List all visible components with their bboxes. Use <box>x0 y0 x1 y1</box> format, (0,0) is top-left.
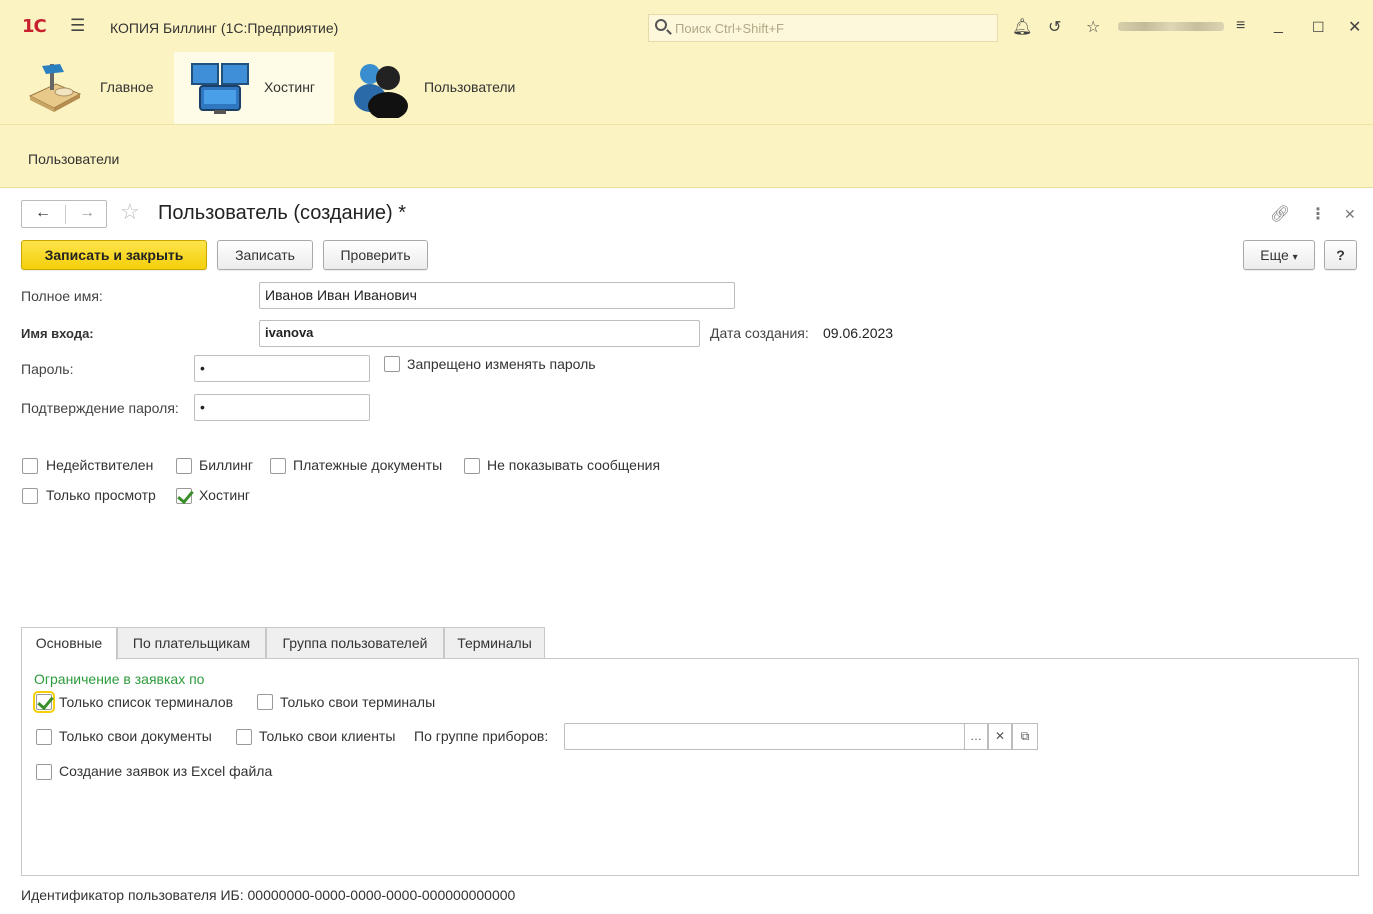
restriction-group-title: Ограничение в заявках по <box>34 671 205 687</box>
more-button-label: Еще <box>1260 247 1289 263</box>
open-icon[interactable]: ⧉ <box>1012 723 1038 750</box>
nav-buttons: ← → <box>21 200 107 228</box>
section-label: Пользователи <box>424 79 516 95</box>
create-from-excel-label: Создание заявок из Excel файла <box>59 763 273 779</box>
select-ellipsis-button[interactable]: … <box>964 723 988 750</box>
full-name-field[interactable]: Иванов Иван Иванович <box>259 282 735 309</box>
window-title: КОПИЯ Биллинг (1С:Предприятие) <box>110 20 339 36</box>
close-form-icon[interactable]: ✕ <box>1344 206 1356 223</box>
maximize-icon[interactable]: ☐ <box>1312 19 1325 36</box>
section-main[interactable]: Главное <box>14 52 170 124</box>
settings-menu-icon[interactable]: ≡ <box>1236 17 1245 35</box>
flag-view-only-label: Только просмотр <box>46 487 156 503</box>
flag-hosting-checkbox[interactable] <box>176 488 192 504</box>
help-button[interactable]: ? <box>1324 240 1357 270</box>
chevron-down-icon: ▾ <box>1292 252 1298 263</box>
sections-bar: Главное Хостинг Пользователи <box>0 52 1373 124</box>
monitors-icon <box>191 63 249 114</box>
check-button[interactable]: Проверить <box>323 240 428 270</box>
flag-billing-checkbox[interactable] <box>176 458 192 474</box>
back-arrow-icon[interactable]: ← <box>22 204 64 224</box>
section-label: Хостинг <box>264 79 316 95</box>
form-title: Пользователь (создание) * <box>158 202 406 224</box>
section-label: Главное <box>100 79 154 95</box>
flag-invalid-label: Недействителен <box>46 457 154 473</box>
password-label: Пароль: <box>21 361 74 377</box>
more-button[interactable]: Еще ▾ <box>1243 240 1315 270</box>
app-logo-icon: 1С <box>22 16 47 37</box>
only-own-clients-checkbox[interactable] <box>236 729 252 745</box>
flag-payment-docs-label: Платежные документы <box>293 457 443 473</box>
navigation-panel: Пользователи <box>0 124 1373 188</box>
favorite-star-icon[interactable]: ☆ <box>120 199 140 225</box>
only-terminal-list-label: Только список терминалов <box>59 694 234 710</box>
more-actions-icon[interactable]: ⋮ <box>1310 204 1326 224</box>
only-own-terminals-label: Только свои терминалы <box>280 694 436 710</box>
full-name-label: Полное имя: <box>21 288 103 304</box>
flag-hide-messages-checkbox[interactable] <box>464 458 480 474</box>
only-own-terminals-checkbox[interactable] <box>257 694 273 710</box>
desk-icon <box>28 64 82 112</box>
password-field[interactable]: • <box>194 355 370 382</box>
minimize-icon[interactable]: _ <box>1274 17 1283 35</box>
only-own-documents-label: Только свои документы <box>59 728 212 744</box>
section-users[interactable]: Пользователи <box>336 52 536 124</box>
flag-hosting-label: Хостинг <box>199 487 251 503</box>
link-icon[interactable]: 🔗︎ <box>1270 204 1290 224</box>
flag-hide-messages-label: Не показывать сообщения <box>487 457 661 473</box>
users-icon <box>354 64 408 118</box>
flag-payment-docs-checkbox[interactable] <box>270 458 286 474</box>
tab-user-group[interactable]: Группа пользователей <box>266 627 444 659</box>
search-placeholder: Поиск Ctrl+Shift+F <box>675 21 784 36</box>
confirm-password-field[interactable]: • <box>194 394 370 421</box>
tab-main[interactable]: Основные <box>21 627 117 660</box>
forbid-password-change-label: Запрещено изменять пароль <box>407 356 596 372</box>
only-own-documents-checkbox[interactable] <box>36 729 52 745</box>
favorites-star-icon[interactable]: ☆ <box>1086 17 1100 37</box>
clear-icon[interactable]: ✕ <box>988 723 1012 750</box>
panel-link-users[interactable]: Пользователи <box>28 151 119 167</box>
tab-by-payers[interactable]: По плательщикам <box>117 627 266 659</box>
device-group-label: По группе приборов: <box>414 728 549 744</box>
forbid-password-change-checkbox[interactable] <box>384 356 400 372</box>
created-date-value: 09.06.2023 <box>823 325 894 341</box>
flag-invalid-checkbox[interactable] <box>22 458 38 474</box>
created-date-label: Дата создания: <box>710 325 809 341</box>
flag-billing-label: Биллинг <box>199 457 254 473</box>
device-group-field[interactable] <box>564 723 965 750</box>
user-name-blurred[interactable] <box>1118 22 1224 31</box>
main-menu-icon[interactable]: ☰ <box>70 16 85 36</box>
only-terminal-list-checkbox[interactable] <box>33 691 55 713</box>
ib-user-id: Идентификатор пользователя ИБ: 00000000-… <box>21 887 516 903</box>
save-button[interactable]: Записать <box>217 240 313 270</box>
login-label: Имя входа: <box>21 326 94 341</box>
only-own-clients-label: Только свои клиенты <box>259 728 396 744</box>
tab-terminals[interactable]: Терминалы <box>444 627 545 659</box>
section-hosting[interactable]: Хостинг <box>174 52 334 124</box>
save-and-close-button[interactable]: Записать и закрыть <box>21 240 207 270</box>
search-icon <box>655 19 667 31</box>
search-input[interactable]: Поиск Ctrl+Shift+F <box>648 14 998 42</box>
login-field[interactable]: ivanova <box>259 320 700 347</box>
title-bar: 1С ☰ КОПИЯ Биллинг (1С:Предприятие) Поис… <box>0 0 1373 52</box>
flag-view-only-checkbox[interactable] <box>22 488 38 504</box>
confirm-password-label: Подтверждение пароля: <box>21 400 179 416</box>
close-window-icon[interactable]: ✕ <box>1348 17 1361 37</box>
history-icon[interactable]: ↺ <box>1048 17 1061 37</box>
forward-arrow-icon[interactable]: → <box>66 204 108 224</box>
bell-icon[interactable]: 🔔︎ <box>1012 17 1032 37</box>
create-from-excel-checkbox[interactable] <box>36 764 52 780</box>
